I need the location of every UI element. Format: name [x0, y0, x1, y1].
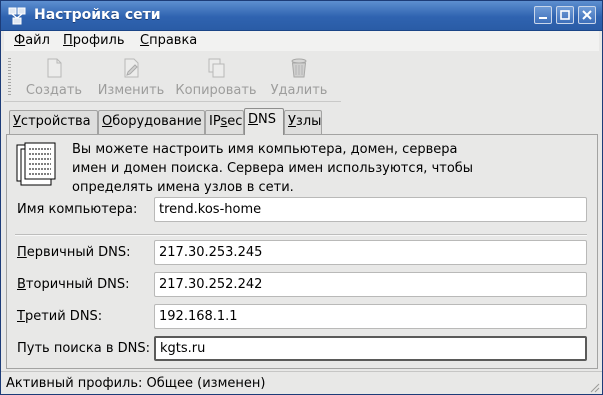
close-icon — [582, 10, 592, 20]
tab-devices[interactable]: Устройства — [9, 110, 98, 134]
tertiary-dns-input[interactable] — [154, 304, 587, 329]
menu-file[interactable]: Файл — [14, 33, 50, 48]
toolbar: Создать Изменить Копировать Удалить — [4, 52, 341, 102]
primary-dns-input[interactable] — [154, 240, 587, 265]
trash-icon — [291, 58, 307, 78]
minimize-button[interactable] — [534, 6, 552, 24]
edit-profile-button[interactable]: Изменить — [92, 54, 170, 98]
menu-help[interactable]: Справка — [140, 33, 197, 48]
edit-document-icon — [124, 58, 139, 78]
secondary-dns-label: Вторичный DNS: — [17, 277, 130, 292]
menu-profile[interactable]: Профиль — [63, 33, 125, 48]
search-path-label: Путь поиска в DNS: — [17, 341, 150, 356]
menu-bar: Файл Профиль Справка — [4, 31, 599, 51]
hostname-input[interactable] — [154, 197, 587, 222]
search-path-input[interactable] — [154, 336, 587, 361]
dns-address-book-icon — [16, 142, 56, 186]
close-button[interactable] — [578, 6, 596, 24]
separator — [15, 234, 587, 236]
delete-profile-button[interactable]: Удалить — [263, 54, 335, 98]
tertiary-dns-label: Третий DNS: — [17, 309, 103, 324]
secondary-dns-input[interactable] — [154, 272, 587, 297]
tab-dns[interactable]: DNS — [244, 108, 284, 135]
maximize-button[interactable] — [556, 6, 574, 24]
copy-icon — [208, 58, 225, 78]
resize-grip-icon[interactable] — [588, 381, 600, 393]
dns-description: Вы можете настроить имя компьютера, доме… — [72, 142, 474, 195]
tab-hardware[interactable]: Оборудование — [98, 110, 205, 134]
network-config-window: Настройка сети Файл Профиль Справка Созд… — [0, 0, 603, 395]
maximize-icon — [560, 10, 570, 20]
minimize-icon — [539, 17, 547, 19]
status-bar: Активный профиль: Общее (изменен) — [1, 371, 602, 395]
tab-hosts[interactable]: Узлы — [284, 110, 322, 134]
hostname-label: Имя компьютера: — [17, 202, 138, 217]
toolbar-grip[interactable] — [8, 58, 11, 96]
new-profile-button[interactable]: Создать — [16, 54, 92, 98]
copy-profile-button[interactable]: Копировать — [170, 54, 262, 98]
title-bar[interactable]: Настройка сети — [1, 1, 602, 31]
primary-dns-label: Первичный DNS: — [17, 245, 131, 260]
window-title: Настройка сети — [34, 7, 161, 23]
tab-ipsec[interactable]: IPsec — [205, 110, 244, 134]
new-document-icon — [47, 58, 62, 78]
status-text: Активный профиль: Общее (изменен) — [6, 376, 266, 391]
network-app-icon — [8, 7, 26, 25]
